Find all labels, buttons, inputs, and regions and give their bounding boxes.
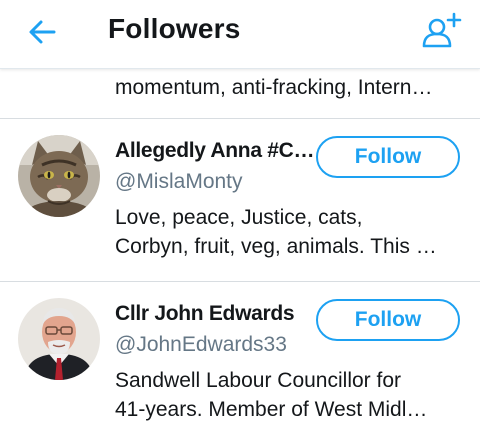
back-button[interactable] [24,14,60,50]
add-user-icon [422,12,462,48]
follower-name[interactable]: Cllr John Edwards [115,302,315,326]
top-app-bar: Followers [0,0,480,69]
follower-bio: momentum, anti-fracking, Intern… [115,76,433,99]
page-title: Followers [108,13,241,44]
follower-handle: @JohnEdwards33 [115,333,287,356]
add-user-button[interactable] [420,10,464,54]
bio-line: 41-years. Member of West Midl… [115,398,428,421]
follower-handle: @MislaMonty [115,170,243,193]
bio-line: Sandwell Labour Councillor for [115,369,401,392]
man-avatar [18,298,100,380]
avatar[interactable] [18,135,100,217]
follower-row-partial[interactable]: momentum, anti-fracking, Intern… [0,68,480,119]
avatar[interactable] [18,298,100,380]
follower-row[interactable]: Cllr John Edwards @JohnEdwards33 Follow … [0,282,480,444]
bio-line: Corbyn, fruit, veg, animals. This … [115,235,437,258]
follower-bio: Love, peace, Justice, cats, Corbyn, frui… [115,203,465,261]
bio-line: Love, peace, Justice, cats, [115,206,363,229]
follow-button[interactable]: Follow [316,136,460,178]
arrow-left-icon [29,20,56,44]
follower-name[interactable]: Allegedly Anna #C… [115,139,315,163]
follower-row[interactable]: Allegedly Anna #C… @MislaMonty Follow Lo… [0,119,480,282]
follower-bio: Sandwell Labour Councillor for 41-years.… [115,366,465,424]
follow-button[interactable]: Follow [316,299,460,341]
cat-avatar [18,135,100,217]
